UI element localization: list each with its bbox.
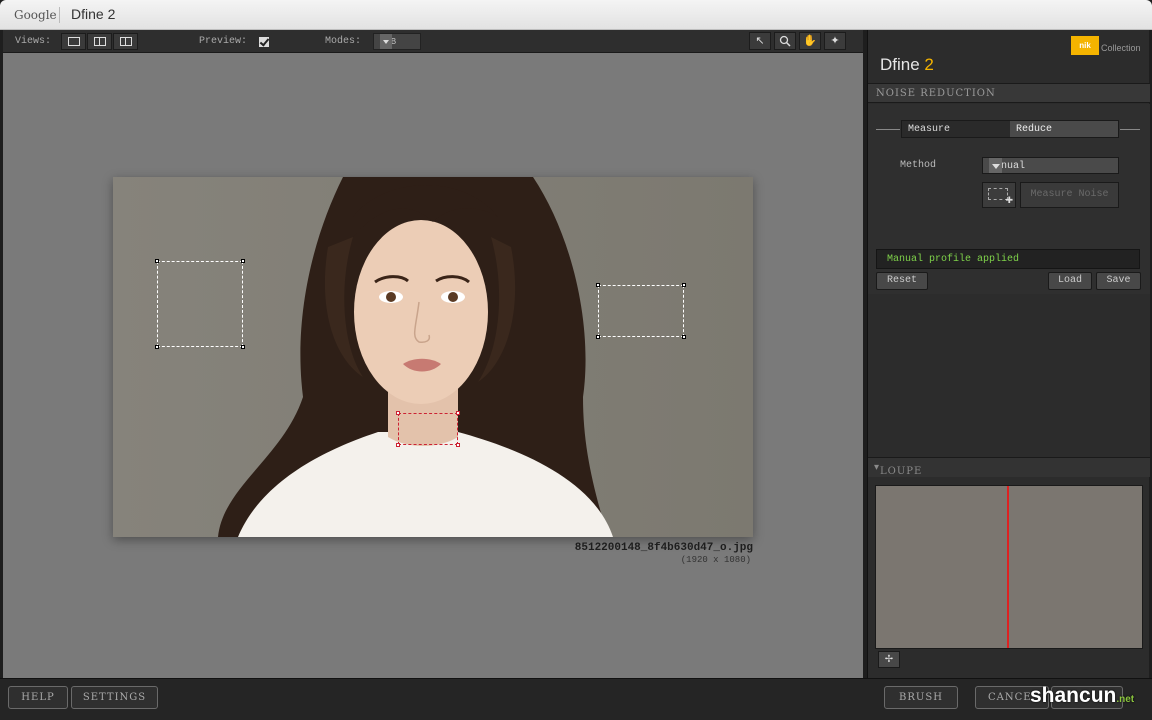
measure-region-3[interactable] [396,411,460,447]
modes-label: Modes: [325,36,362,47]
loupe-pin-button[interactable]: ✢ [878,651,900,668]
chevron-down-icon [989,158,1002,173]
panel-empty-area [868,294,1150,457]
zoom-tool-button[interactable] [774,32,796,50]
loupe-title-text: LOUPE [880,466,923,477]
single-view-button[interactable] [61,33,86,50]
status-bar: Manual profile applied [876,249,1140,269]
split-view-button[interactable] [87,33,112,50]
watermark-text: shancun [1030,684,1117,707]
loupe-pin-tool-button[interactable]: ✦ [824,32,846,50]
pointer-icon: ↖ [755,35,765,47]
product-version: 2 [924,55,934,74]
window-titlebar: Google Dfine 2 [0,0,1152,30]
measure-reduce-toggle: Measure Reduce [901,120,1119,138]
loupe-pin-icon: ✦ [830,35,840,47]
save-button[interactable]: Save [1096,272,1141,290]
portrait-photo [113,177,753,537]
app-title: Dfine 2 [71,6,116,22]
noise-reduction-title: NOISE REDUCTION [876,88,996,99]
loupe-view[interactable] [875,485,1143,649]
split-view-icon [94,37,106,46]
add-region-button[interactable]: ✚ [982,182,1016,208]
google-brand: Google [14,8,57,22]
reset-button[interactable]: Reset [876,272,928,290]
preview-label: Preview: [199,36,248,47]
image-dimensions: (1920 x 1080) [680,555,751,565]
nik-logo: nik [1071,36,1099,55]
tab-measure[interactable]: Measure [902,121,1010,137]
loupe-split-line[interactable] [1007,486,1009,648]
divider-right [1120,129,1140,130]
product-title: Dfine 2 [880,55,934,75]
help-button[interactable]: HELP [8,686,68,709]
watermark: shancun.net [1030,684,1134,708]
preview-toolbar: Views: Preview: Modes: RGB ↖ ✋ ✦ [3,30,863,53]
chevron-down-icon [380,34,392,49]
measure-region-2[interactable] [596,283,686,339]
measure-noise-button[interactable]: Measure Noise [1020,182,1119,208]
side-by-side-view-icon [120,37,132,46]
measure-region-1[interactable] [155,259,245,349]
loupe-header[interactable]: ▾ LOUPE [868,457,1150,477]
pointer-tool-button[interactable]: ↖ [749,32,771,50]
collection-label: Collection [1101,43,1141,53]
tab-reduce[interactable]: Reduce [1010,121,1118,137]
product-name: Dfine [880,55,920,74]
side-by-side-view-button[interactable] [113,33,138,50]
settings-button[interactable]: SETTINGS [71,686,158,709]
method-select[interactable]: Manual [982,157,1119,174]
views-label: Views: [15,36,52,47]
status-text: Manual profile applied [887,254,1020,265]
load-button[interactable]: Load [1048,272,1092,290]
watermark-suffix: .net [1116,694,1135,705]
zoom-icon [779,35,791,47]
noise-reduction-header[interactable]: NOISE REDUCTION [868,83,1150,103]
preview-image[interactable] [113,177,753,537]
divider-left [876,129,900,130]
plus-icon: ✚ [1005,195,1013,205]
brush-button[interactable]: BRUSH [884,686,958,709]
hand-tool-button[interactable]: ✋ [799,32,821,50]
loupe-title: ▾ LOUPE [874,462,923,477]
mode-select[interactable]: RGB [373,33,421,50]
control-panel: nik Collection Dfine 2 NOISE REDUCTION M… [867,30,1150,678]
single-view-icon [68,37,80,46]
method-label: Method [900,160,937,171]
preview-canvas[interactable]: 8512200148_8f4b630d47_o.jpg (1920 x 1080… [3,53,863,678]
preview-checkbox[interactable] [259,37,269,47]
hand-icon: ✋ [803,35,817,47]
pin-icon: ✢ [884,654,894,665]
image-filename: 8512200148_8f4b630d47_o.jpg [574,542,753,554]
bottom-bar: HELP SETTINGS BRUSH CANCE [0,678,1152,720]
title-separator [59,7,60,23]
noise-reduction-body: Measure Reduce Method Manual ✚ Measure N… [868,104,1150,294]
